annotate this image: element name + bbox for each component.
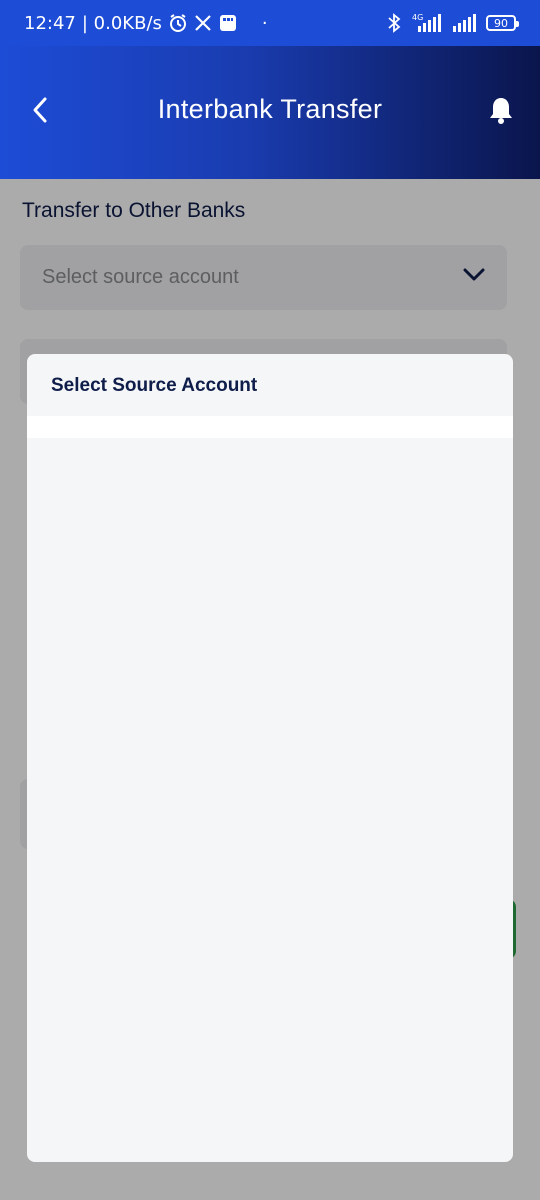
status-time: 12:47 [24,12,76,34]
modal-title: Select Source Account [51,375,258,396]
network-label: 4G [412,13,423,22]
select-source-account-modal: Select Source Account [27,354,513,1162]
status-bar: 12:47 | 0.0KB/s · 4G 90 [0,0,540,46]
signal-4g-icon: 4G [410,12,444,34]
bluetooth-icon [386,13,402,33]
signal-icon [452,12,478,34]
app-grid-icon [218,13,238,33]
modal-divider [27,416,513,438]
status-left: 12:47 | 0.0KB/s · [24,13,268,34]
bell-icon [489,96,513,129]
battery-icon: 90 [486,15,519,31]
app-header: Interbank Transfer [0,46,540,179]
x-app-icon [194,14,212,32]
status-dot: · [261,12,268,34]
alarm-icon [168,13,188,33]
status-right: 4G 90 [386,12,519,34]
page-title: Interbank Transfer [157,94,383,124]
status-speed: | 0.0KB/s [81,12,162,34]
notifications-button[interactable] [486,96,516,128]
